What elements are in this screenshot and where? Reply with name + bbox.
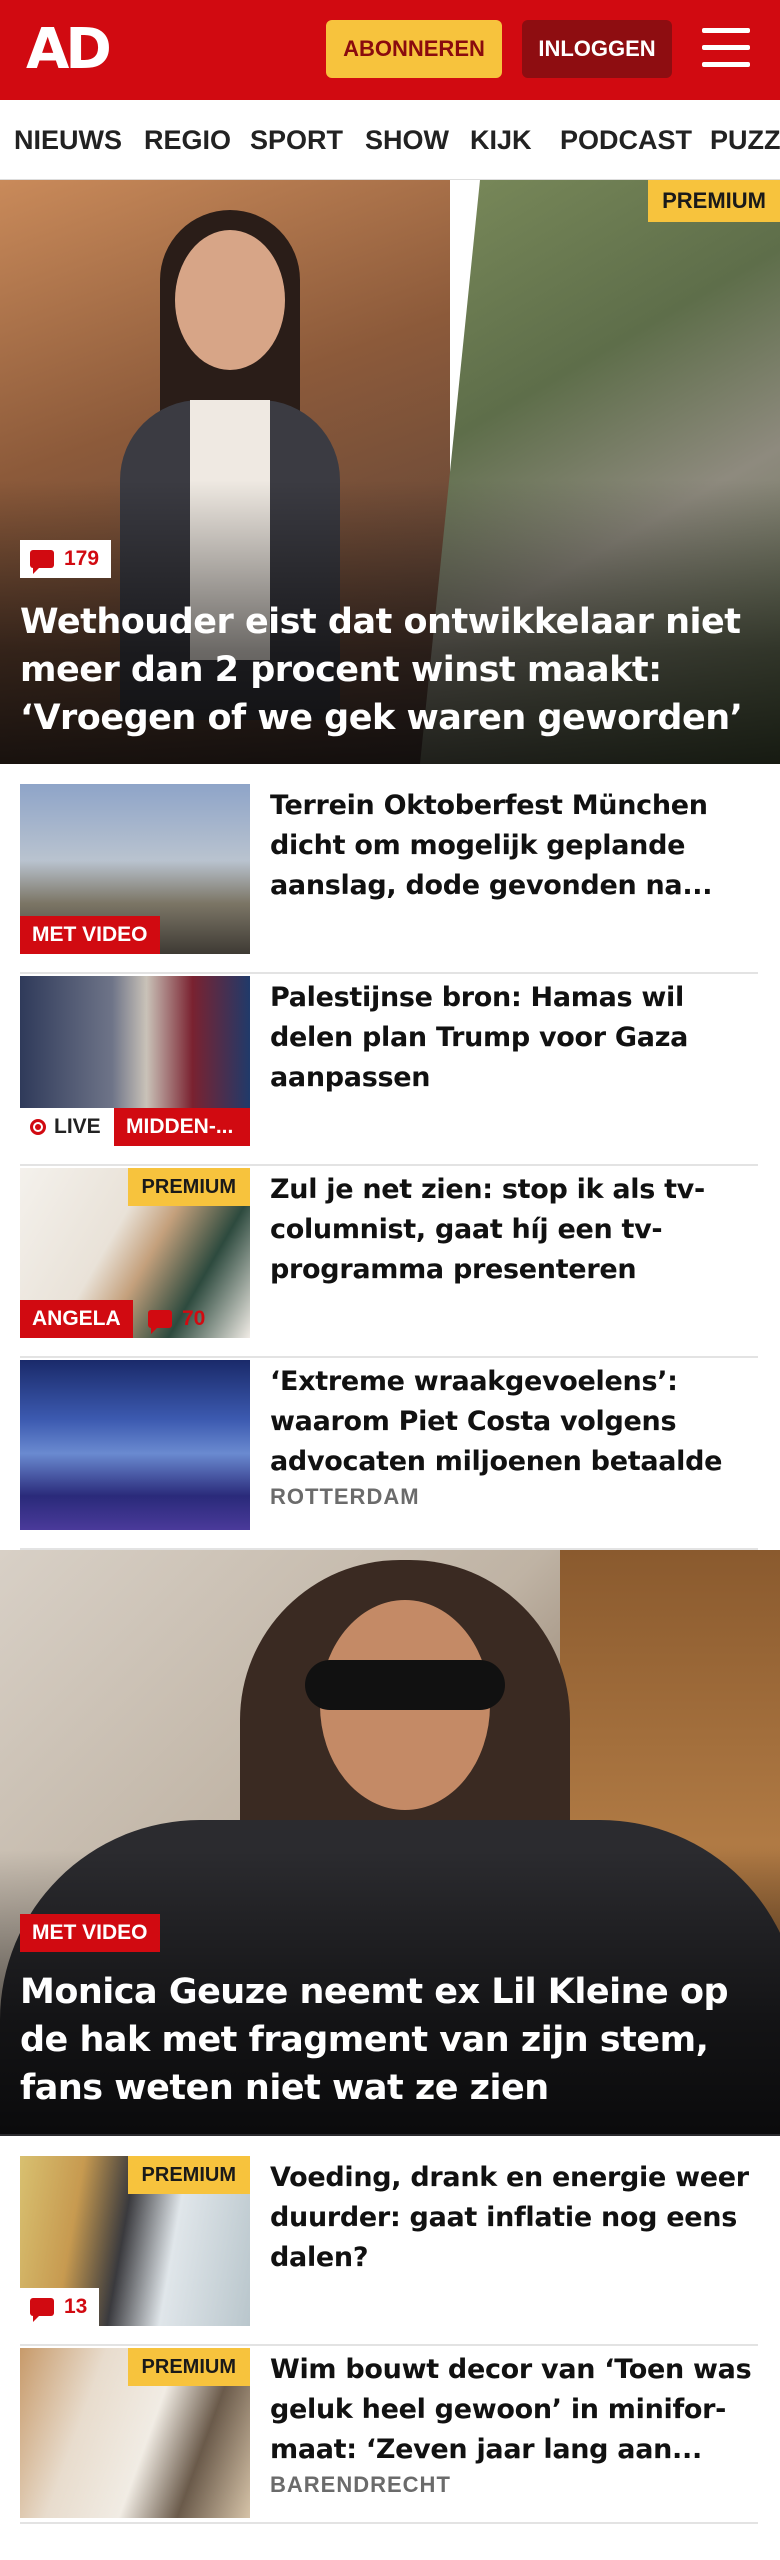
article-thumbnail: PREMIUM xyxy=(20,2348,250,2518)
comment-icon xyxy=(30,550,54,574)
article-thumbnail: PREMIUM 13 xyxy=(20,2156,250,2326)
article-title[interactable]: Palestijnse bron: Hamas wil delen plan T… xyxy=(270,978,755,1098)
hero-article[interactable]: MET VIDEO Monica Geuze neemt ex Lil Klei… xyxy=(0,1550,780,2136)
list-item[interactable]: PREMIUM Wim bouwt decor van ‘Toen was ge… xyxy=(20,2348,758,2524)
article-title[interactable]: Wim bouwt decor van ‘Toen was geluk heel… xyxy=(270,2350,755,2470)
article-thumbnail: LIVE MIDDEN-... xyxy=(20,976,250,1146)
nav-item-nieuws[interactable]: NIEUWS xyxy=(14,100,122,179)
nav-item-regio[interactable]: REGIO xyxy=(144,100,231,179)
comment-icon xyxy=(30,2298,54,2322)
location-label: ROTTERDAM xyxy=(270,1484,420,1509)
article-thumbnail xyxy=(20,1360,250,1530)
video-tag: MET VIDEO xyxy=(20,916,160,954)
nav-item-kijk[interactable]: KIJK xyxy=(470,100,532,179)
comment-count: 70 xyxy=(182,1307,206,1330)
nav-item-show[interactable]: SHOW xyxy=(365,100,449,179)
article-title[interactable]: Voeding, drank en energie weer duurder: … xyxy=(270,2158,755,2278)
nav-item-puzzel[interactable]: PUZZ xyxy=(710,100,780,179)
hero-title[interactable]: Wethouder eist dat ontwikkelaar niet mee… xyxy=(20,598,765,742)
video-tag: MET VIDEO xyxy=(20,1914,160,1952)
comment-count: 13 xyxy=(64,2295,88,2318)
comment-icon xyxy=(148,1310,172,1334)
nav-item-sport[interactable]: SPORT xyxy=(250,100,343,179)
login-button[interactable]: INLOGGEN xyxy=(522,20,672,78)
article-title[interactable]: ‘Extreme wraakgevoelens’: waarom Piet Co… xyxy=(270,1362,755,1482)
comment-count-badge[interactable]: 179 xyxy=(20,540,112,578)
list-item[interactable]: ‘Extreme wraakgevoelens’: waarom Piet Co… xyxy=(20,1360,758,1550)
hero-title[interactable]: Monica Geuze neemt ex Lil Kleine op de h… xyxy=(20,1968,765,2112)
premium-badge: PREMIUM xyxy=(127,2156,250,2194)
author-tag: ANGELA xyxy=(20,1300,133,1338)
site-header: AD ABONNEREN INLOGGEN xyxy=(0,0,780,100)
site-logo[interactable]: AD xyxy=(26,20,112,80)
hamburger-menu-icon[interactable] xyxy=(702,28,750,68)
list-item[interactable]: PREMIUM ANGELA 70 Zul je net zien: stop … xyxy=(20,1168,758,1358)
live-tag: LIVE xyxy=(20,1108,114,1146)
hero-article[interactable]: PREMIUM 179 Wethouder eist dat ontwikkel… xyxy=(0,180,780,764)
comment-count: 179 xyxy=(64,547,100,570)
list-item[interactable]: LIVE MIDDEN-... Palestijnse bron: Hamas … xyxy=(20,976,758,1166)
list-item[interactable]: MET VIDEO Terrein Oktoberfest München di… xyxy=(20,784,758,974)
live-dot-icon xyxy=(30,1119,46,1135)
premium-badge: PREMIUM xyxy=(127,1168,250,1206)
article-title[interactable]: Terrein Oktoberfest München dicht om mog… xyxy=(270,786,755,906)
category-tag: MIDDEN-... xyxy=(114,1108,250,1146)
location-label: BARENDRECHT xyxy=(270,2472,451,2497)
premium-badge: PREMIUM xyxy=(648,180,780,222)
article-thumbnail: MET VIDEO xyxy=(20,784,250,954)
section-nav: NIEUWS REGIO SPORT SHOW KIJK PODCAST PUZ… xyxy=(0,100,780,180)
article-thumbnail: PREMIUM ANGELA 70 xyxy=(20,1168,250,1338)
subscribe-button[interactable]: ABONNEREN xyxy=(326,20,502,78)
premium-badge: PREMIUM xyxy=(127,2348,250,2386)
nav-item-podcast[interactable]: PODCAST xyxy=(560,100,692,179)
comment-count-badge[interactable]: 13 xyxy=(20,2288,100,2326)
list-item[interactable]: PREMIUM 13 Voeding, drank en energie wee… xyxy=(20,2156,758,2346)
comment-count-badge[interactable]: 70 xyxy=(138,1300,217,1338)
article-title[interactable]: Zul je net zien: stop ik als tv-columnis… xyxy=(270,1170,755,1290)
